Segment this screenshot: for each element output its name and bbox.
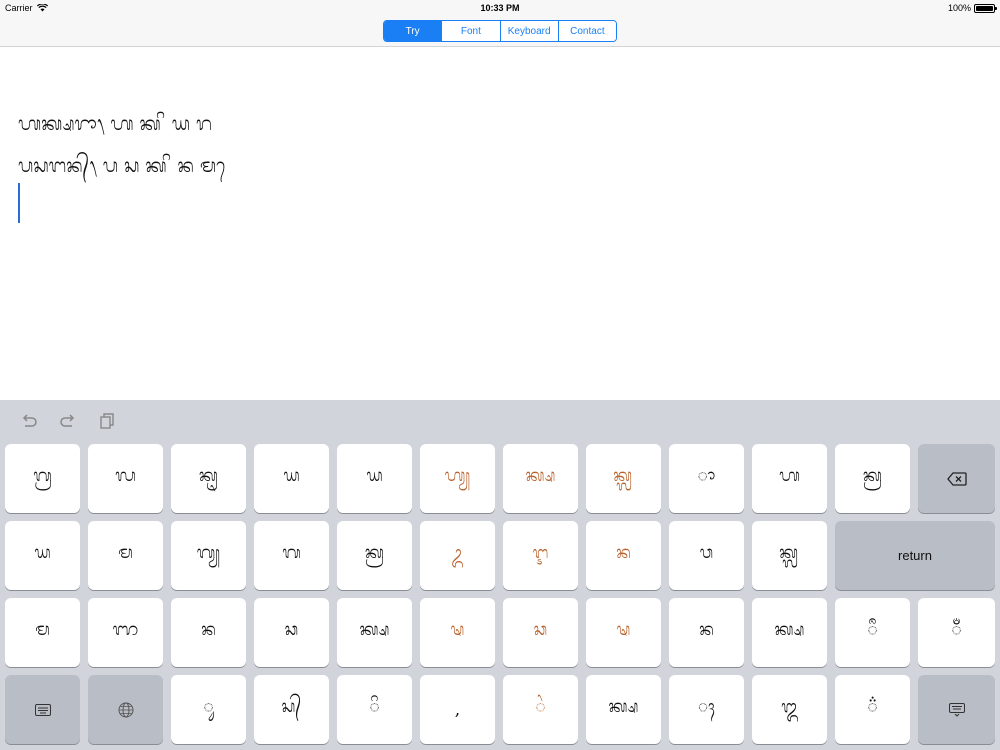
key[interactable]: ᬵ [669,444,744,513]
key[interactable]: ᬓ᭄ᬱ [752,598,827,667]
key[interactable]: ᬴ [835,675,910,744]
key[interactable]: ᬕ [254,521,329,590]
text-caret [18,183,20,223]
tab-contact[interactable]: Contact [557,21,616,41]
tab-font[interactable]: Font [441,21,500,41]
status-bar: Carrier 10:33 PM 100% [0,0,1000,16]
key[interactable]: ᬬ [337,444,412,513]
key[interactable]: ᬕ᭄ᬬ [171,521,246,590]
key[interactable]: ᬕ᭄ᬭ [5,444,80,513]
key[interactable]: ᬷ [835,598,910,667]
key[interactable]: ᬳ [752,444,827,513]
key[interactable]: ᬬ [254,444,329,513]
key[interactable]: ᬬ [5,521,80,590]
key[interactable]: ᬱ [586,598,661,667]
battery-icon [974,3,997,13]
key[interactable]: ᬄ [669,675,744,744]
key[interactable]: ᬦ [669,598,744,667]
key[interactable]: ᬂ [503,675,578,744]
hide-keyboard-button[interactable] [918,675,995,744]
nav-bar: Try Font Keyboard Contact [0,16,1000,47]
key[interactable]: ᬫ [88,521,163,590]
key[interactable]: , [420,675,495,744]
globe-button[interactable] [88,675,163,744]
keyboard: ᬕ᭄ᬭ ᬮ ᬓᬺ ᬬ ᬬ ᬳ᭄ᬬ ᬓ᭄ᬱ ᬓ᭄ᬮ ᬵ ᬳ ᬓ᭄ᬭ ᬬ ᬫ ᬕ᭄ᬬ… [0,400,1000,750]
segmented-control: Try Font Keyboard Contact [383,20,617,42]
key[interactable]: ᬓᬺ [171,444,246,513]
key[interactable]: ᬓ᭄ᬭ [337,521,412,590]
key[interactable]: ᭓ [752,675,827,744]
backspace-icon [946,471,967,486]
globe-icon [118,702,133,717]
key[interactable]: ᬲ᭄ [254,675,329,744]
key[interactable]: ᬓ᭄ᬱ [586,675,661,744]
keyboard-mode-button[interactable] [5,675,80,744]
key[interactable]: ᬮ [88,444,163,513]
status-right: 100% [947,3,997,13]
key[interactable]: ᬯ [669,521,744,590]
key[interactable]: ᬦ [586,521,661,590]
key[interactable]: ᬓ᭄ᬮ [586,444,661,513]
undo-icon[interactable] [20,412,38,430]
text-editor[interactable]: ᬳᬓ᭄ᬱᬭᬵ᭞ ᬳ ᬓ ᬶ ᬬ ᬭ ᬧᬲᬗᬦ᭄᭞ ᬧ ᬲ ᬓ ᬶ ᬦ ᬫ ᬾ [0,48,1000,400]
key[interactable]: ᬘ [503,598,578,667]
key[interactable]: ᬶ [337,675,412,744]
return-button[interactable]: return [835,521,995,590]
status-time: 10:33 PM [480,3,520,13]
key[interactable]: ᬸ [171,675,246,744]
keyboard-icon [34,703,51,716]
key[interactable]: ᬓ᭄ᬱ [503,444,578,513]
key[interactable]: ᬘ [254,598,329,667]
tab-keyboard[interactable]: Keyboard [499,21,558,41]
key[interactable]: ᬓ᭄ᬮ [752,521,827,590]
key[interactable]: ᬓ᭄ᬭ [835,444,910,513]
backspace-button[interactable] [918,444,995,513]
hide-keyboard-icon [948,702,965,717]
key[interactable]: ᬱ [420,598,495,667]
key[interactable]: ᬳ᭄ᬬ [420,444,495,513]
key[interactable]: ᬁ [918,598,995,667]
key[interactable]: ᬜ [88,598,163,667]
key[interactable]: ᬉ [420,521,495,590]
key[interactable]: ᬦ [171,598,246,667]
key[interactable]: ᬇ [503,521,578,590]
tab-try[interactable]: Try [384,21,442,41]
battery-percent: 100% [947,3,971,13]
redo-icon[interactable] [59,412,77,430]
text-line-1: ᬳᬓ᭄ᬱᬭᬵ᭞ ᬳ ᬓ ᬶ ᬬ ᬭ [18,113,213,135]
key[interactable]: ᬫ [5,598,80,667]
paste-icon[interactable] [98,412,116,430]
text-line-2: ᬧᬲᬗᬦ᭄᭞ ᬧ ᬲ ᬓ ᬶ ᬦ ᬫ ᬾ [18,155,231,177]
key[interactable]: ᬓ᭄ᬱ [337,598,412,667]
